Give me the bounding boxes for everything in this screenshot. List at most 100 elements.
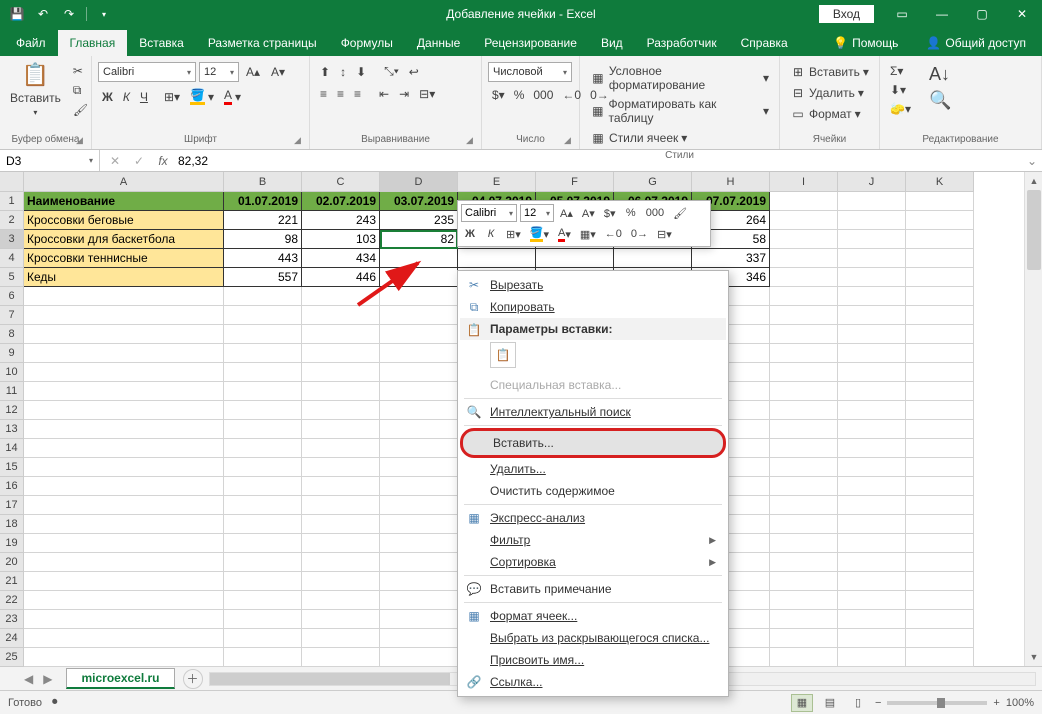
cell[interactable] <box>906 306 974 325</box>
row-header-14[interactable]: 14 <box>0 439 24 458</box>
row-header-11[interactable]: 11 <box>0 382 24 401</box>
cell[interactable] <box>838 591 906 610</box>
ribbon-options-icon[interactable]: ▭ <box>882 0 922 28</box>
hscroll-thumb[interactable] <box>210 673 450 685</box>
cell[interactable] <box>380 287 458 306</box>
cell[interactable] <box>770 572 838 591</box>
cell[interactable]: Кроссовки для баскетбола <box>24 230 224 249</box>
cell[interactable] <box>302 344 380 363</box>
copy-icon[interactable]: ⧉ <box>69 81 92 100</box>
cell[interactable] <box>380 325 458 344</box>
ctx-cut[interactable]: ✂Вырезать <box>460 274 726 296</box>
wrap-text-icon[interactable]: ↩ <box>405 62 423 81</box>
merge-icon[interactable]: ⊟▾ <box>415 85 439 103</box>
increase-font-icon[interactable]: A▴ <box>242 62 264 82</box>
tell-me[interactable]: 💡Помощь <box>821 30 910 56</box>
save-icon[interactable]: 💾 <box>6 3 28 25</box>
cell[interactable]: 98 <box>224 230 302 249</box>
bold-button[interactable]: Ж <box>98 88 117 106</box>
ctx-define-name[interactable]: Присвоить имя... <box>460 649 726 671</box>
select-all-corner[interactable] <box>0 172 24 192</box>
cell[interactable] <box>838 344 906 363</box>
cell[interactable] <box>302 553 380 572</box>
cell[interactable] <box>770 249 838 268</box>
ctx-delete[interactable]: Удалить... <box>460 458 726 480</box>
cell[interactable] <box>24 534 224 553</box>
cell[interactable]: 443 <box>224 249 302 268</box>
cell[interactable] <box>906 192 974 211</box>
cell[interactable] <box>24 553 224 572</box>
mini-border2-icon[interactable]: ▦▾ <box>577 225 599 243</box>
delete-cells-button[interactable]: ⊟Удалить▾ <box>786 83 873 103</box>
row-header-22[interactable]: 22 <box>0 591 24 610</box>
mini-border-icon[interactable]: ⊞▾ <box>503 225 524 243</box>
tab-formulas[interactable]: Формулы <box>329 30 405 56</box>
mini-format-painter-icon[interactable]: 🖌 <box>670 204 690 222</box>
cell[interactable] <box>224 496 302 515</box>
cell[interactable] <box>380 591 458 610</box>
add-sheet-icon[interactable]: ＋ <box>183 669 203 689</box>
cell[interactable] <box>302 515 380 534</box>
row-header-7[interactable]: 7 <box>0 306 24 325</box>
cell[interactable] <box>770 629 838 648</box>
cell[interactable] <box>224 420 302 439</box>
cell[interactable]: 103 <box>302 230 380 249</box>
col-header-C[interactable]: C <box>302 172 380 192</box>
italic-button[interactable]: К <box>119 88 134 106</box>
cell[interactable] <box>224 515 302 534</box>
cell[interactable] <box>770 420 838 439</box>
border-icon[interactable]: ⊞▾ <box>160 88 184 106</box>
mini-fill-icon[interactable]: 🪣▾ <box>527 225 552 243</box>
sheet-nav-next-icon[interactable]: ▶ <box>39 670 56 688</box>
page-layout-view-icon[interactable]: ▤ <box>819 694 841 712</box>
vertical-scrollbar[interactable]: ▲ ▼ <box>1024 172 1042 666</box>
sheet-nav-prev-icon[interactable]: ◀ <box>20 670 37 688</box>
cell[interactable] <box>906 325 974 344</box>
mini-increase-font-icon[interactable]: A▴ <box>557 204 576 222</box>
align-right-icon[interactable]: ≡ <box>350 85 365 103</box>
cell[interactable]: 557 <box>224 268 302 287</box>
sort-filter-icon[interactable]: A↓ <box>925 62 955 87</box>
cell[interactable] <box>24 401 224 420</box>
row-header-6[interactable]: 6 <box>0 287 24 306</box>
cell[interactable] <box>302 287 380 306</box>
cell[interactable] <box>24 648 224 667</box>
cell[interactable] <box>906 401 974 420</box>
ctx-quick-analysis[interactable]: ▦Экспресс-анализ <box>460 507 726 529</box>
cell[interactable] <box>838 572 906 591</box>
row-header-12[interactable]: 12 <box>0 401 24 420</box>
row-header-25[interactable]: 25 <box>0 648 24 667</box>
cell[interactable] <box>838 249 906 268</box>
tab-insert[interactable]: Вставка <box>127 30 196 56</box>
align-left-icon[interactable]: ≡ <box>316 85 331 103</box>
enter-formula-icon[interactable]: ✓ <box>130 154 148 168</box>
cell[interactable] <box>224 477 302 496</box>
cell[interactable] <box>224 439 302 458</box>
col-header-J[interactable]: J <box>838 172 906 192</box>
mini-font-color-icon[interactable]: A▾ <box>555 225 574 243</box>
align-center-icon[interactable]: ≡ <box>333 85 348 103</box>
paste-icon[interactable]: 📋 <box>22 62 49 88</box>
cell[interactable] <box>838 534 906 553</box>
cell[interactable] <box>770 458 838 477</box>
cell[interactable] <box>906 420 974 439</box>
cell[interactable] <box>380 344 458 363</box>
cell[interactable] <box>224 287 302 306</box>
cell[interactable] <box>770 230 838 249</box>
underline-button[interactable]: Ч <box>136 88 152 106</box>
cell[interactable] <box>770 306 838 325</box>
tab-data[interactable]: Данные <box>405 30 472 56</box>
cell[interactable]: 01.07.2019 <box>224 192 302 211</box>
col-header-H[interactable]: H <box>692 172 770 192</box>
cell[interactable] <box>838 496 906 515</box>
cell[interactable] <box>838 648 906 667</box>
redo-icon[interactable]: ↷ <box>58 3 80 25</box>
cell[interactable] <box>224 591 302 610</box>
percent-icon[interactable]: % <box>510 86 529 104</box>
cell[interactable]: Наименование <box>24 192 224 211</box>
row-header-19[interactable]: 19 <box>0 534 24 553</box>
zoom-slider[interactable] <box>887 701 987 705</box>
cell[interactable] <box>380 268 458 287</box>
cell[interactable] <box>380 458 458 477</box>
cell[interactable] <box>24 458 224 477</box>
